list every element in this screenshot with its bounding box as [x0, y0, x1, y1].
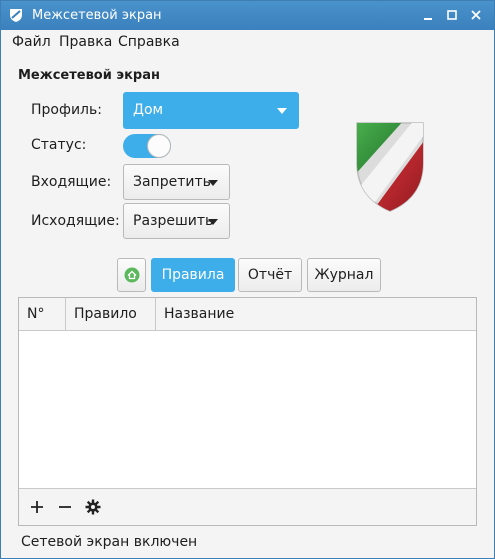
rules-table[interactable]: N° Правило Название [18, 297, 477, 526]
chevron-down-icon [277, 108, 287, 114]
tab-log[interactable]: Журнал [307, 258, 381, 292]
shield-logo-icon [356, 122, 424, 212]
rules-toolbar [19, 488, 476, 525]
table-header: N° Правило Название [19, 298, 476, 331]
home-button[interactable] [117, 258, 146, 292]
status-toggle[interactable] [123, 134, 171, 158]
tab-report[interactable]: Отчёт [238, 258, 302, 292]
column-rule[interactable]: Правило [66, 298, 156, 331]
toggle-knob [147, 134, 171, 158]
home-icon [124, 267, 140, 283]
status-label: Статус: [31, 137, 87, 153]
column-number[interactable]: N° [19, 298, 66, 331]
chevron-down-icon [208, 180, 218, 186]
window-title: Межсетевой экран [32, 8, 162, 23]
incoming-dropdown[interactable]: Запретить [123, 164, 230, 200]
remove-icon[interactable] [56, 498, 74, 516]
menu-bar: Файл Правка Справка [1, 30, 494, 54]
outgoing-label: Исходящие: [31, 213, 120, 229]
profile-value: Дом [133, 102, 164, 118]
profile-label: Профиль: [31, 102, 102, 118]
section-title: Межсетевой экран [18, 68, 160, 83]
settings-icon[interactable] [84, 498, 102, 516]
status-text: Сетевой экран включен [21, 534, 198, 550]
title-bar[interactable]: Межсетевой экран [1, 1, 494, 30]
chevron-down-icon [208, 219, 218, 225]
profile-select[interactable]: Дом [123, 92, 299, 129]
tab-rules[interactable]: Правила [151, 258, 235, 292]
incoming-value: Запретить [133, 174, 211, 190]
menu-edit[interactable]: Правка [59, 34, 112, 50]
outgoing-value: Разрешить [133, 213, 214, 229]
incoming-label: Входящие: [31, 174, 112, 190]
maximize-icon[interactable] [444, 7, 460, 23]
minimize-icon[interactable] [420, 7, 436, 23]
menu-help[interactable]: Справка [118, 34, 180, 50]
menu-file[interactable]: Файл [12, 34, 51, 50]
column-name[interactable]: Название [156, 298, 476, 331]
close-icon[interactable] [468, 7, 484, 23]
add-icon[interactable] [28, 498, 46, 516]
app-icon [10, 9, 22, 22]
firewall-window: Межсетевой экран Файл Правка Справка Меж… [0, 0, 495, 559]
outgoing-dropdown[interactable]: Разрешить [123, 203, 230, 239]
